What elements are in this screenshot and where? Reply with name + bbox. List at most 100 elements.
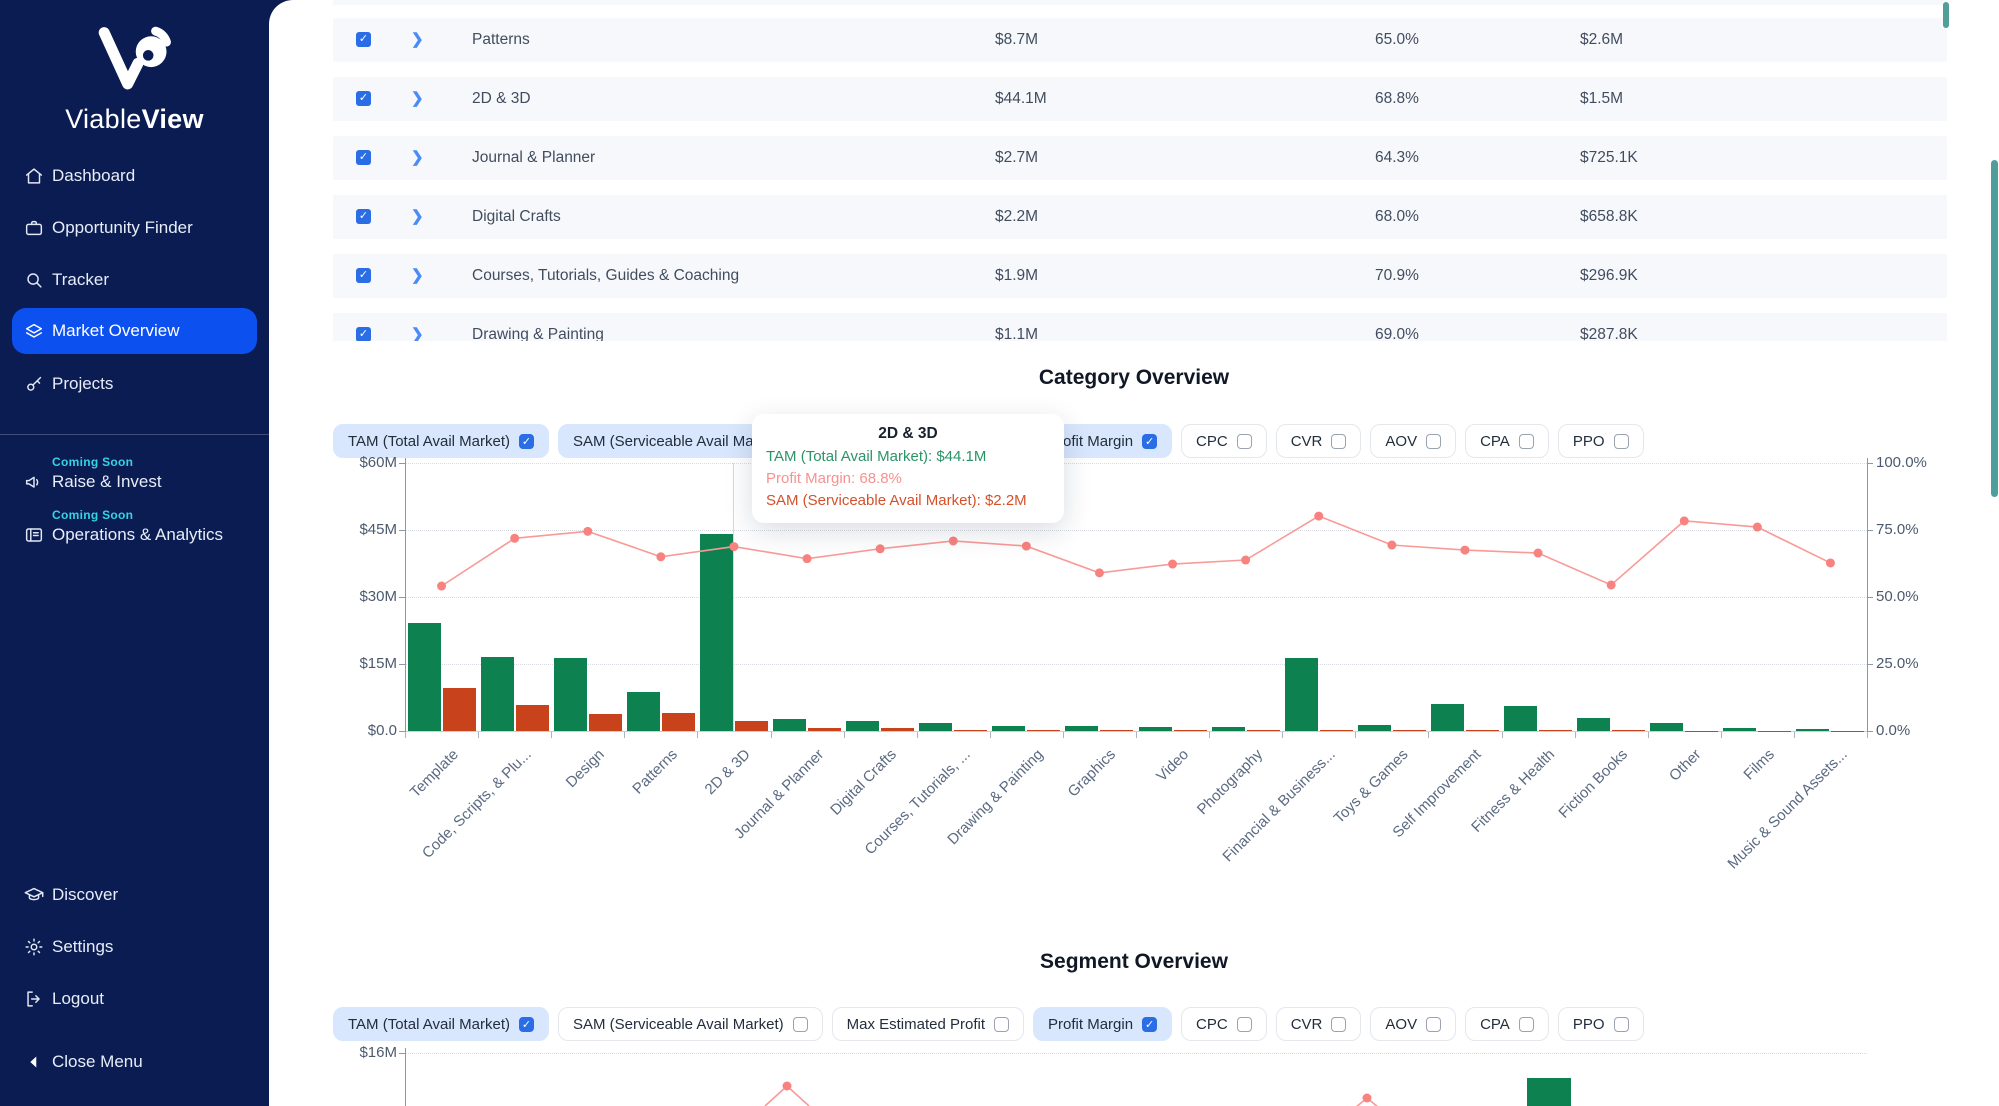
x-axis-label: 2D & 3D bbox=[702, 746, 754, 798]
sidebar-item-dashboard[interactable]: Dashboard bbox=[0, 153, 269, 199]
chevron-right-icon[interactable] bbox=[411, 207, 424, 225]
profit-margin-point[interactable] bbox=[1095, 568, 1104, 577]
filter-chip-profit-margin[interactable]: Profit Margin bbox=[1033, 1007, 1172, 1041]
profit-margin-point[interactable] bbox=[1314, 512, 1323, 521]
table-scrollbar-thumb[interactable] bbox=[1943, 2, 1949, 28]
chevron-right-icon[interactable] bbox=[411, 89, 424, 107]
profit-margin-point[interactable] bbox=[1022, 542, 1031, 551]
sidebar-item-raise-invest[interactable]: Raise & Invest bbox=[0, 466, 269, 498]
filter-chip-cpa[interactable]: CPA bbox=[1465, 424, 1549, 458]
profit-margin-point[interactable] bbox=[1534, 549, 1543, 558]
row-checkbox[interactable] bbox=[356, 327, 371, 341]
tam-bar[interactable] bbox=[1527, 1078, 1571, 1106]
filter-chip-max-estimated-profit[interactable]: Max Estimated Profit bbox=[832, 1007, 1024, 1041]
filter-chip-tam-total-avail-market-[interactable]: TAM (Total Avail Market) bbox=[333, 1007, 549, 1041]
filter-checkbox[interactable] bbox=[519, 434, 534, 449]
filter-checkbox[interactable] bbox=[1426, 434, 1441, 449]
sidebar-item-settings[interactable]: Settings bbox=[0, 924, 269, 970]
profit-margin-point[interactable] bbox=[803, 554, 812, 563]
profit-margin-point[interactable] bbox=[510, 534, 519, 543]
filter-checkbox[interactable] bbox=[1426, 1017, 1441, 1032]
sidebar-item-tracker[interactable]: Tracker bbox=[0, 257, 269, 303]
sidebar-item-label: Raise & Invest bbox=[52, 472, 162, 492]
profit-margin-point[interactable] bbox=[1826, 558, 1835, 567]
table-row[interactable]: 2D & 3D$44.1M68.8%$1.5M bbox=[333, 77, 1947, 121]
sidebar-item-market-overview[interactable]: Market Overview bbox=[12, 308, 257, 354]
filter-checkbox[interactable] bbox=[1614, 434, 1629, 449]
filter-checkbox[interactable] bbox=[793, 1017, 808, 1032]
filter-chip-label: SAM (Serviceable Avail Market) bbox=[573, 1016, 784, 1033]
filter-checkbox[interactable] bbox=[994, 1017, 1009, 1032]
filter-chip-cpa[interactable]: CPA bbox=[1465, 1007, 1549, 1041]
filter-checkbox[interactable] bbox=[1614, 1017, 1629, 1032]
row-profit-value: $725.1K bbox=[1580, 149, 1638, 167]
profit-margin-point[interactable] bbox=[876, 544, 885, 553]
filter-checkbox[interactable] bbox=[1519, 434, 1534, 449]
profit-margin-point[interactable] bbox=[437, 582, 446, 591]
profit-margin-point[interactable] bbox=[949, 536, 958, 545]
chevron-right-icon[interactable] bbox=[411, 148, 424, 166]
filter-checkbox[interactable] bbox=[1519, 1017, 1534, 1032]
sidebar-item-logout[interactable]: Logout bbox=[0, 976, 269, 1022]
sidebar-item-operations-analytics[interactable]: Operations & Analytics bbox=[0, 519, 269, 551]
y-axis-label-right: 75.0% bbox=[1876, 521, 1919, 538]
y-axis-label-right: 50.0% bbox=[1876, 588, 1919, 605]
filter-chip-cvr[interactable]: CVR bbox=[1276, 424, 1362, 458]
profit-margin-point[interactable] bbox=[1753, 523, 1762, 532]
filter-chip-ppo[interactable]: PPO bbox=[1558, 1007, 1644, 1041]
page-scrollbar-thumb[interactable] bbox=[1991, 160, 1998, 497]
profit-margin-point[interactable] bbox=[656, 552, 665, 561]
sidebar-item-label: Operations & Analytics bbox=[52, 525, 223, 545]
row-checkbox[interactable] bbox=[356, 150, 371, 165]
profit-margin-point[interactable] bbox=[1460, 546, 1469, 555]
filter-checkbox[interactable] bbox=[1331, 1017, 1346, 1032]
profit-margin-point[interactable] bbox=[1241, 556, 1250, 565]
table-row[interactable]: Drawing & Painting$1.1M69.0%$287.8K bbox=[333, 313, 1947, 341]
filter-chip-cvr[interactable]: CVR bbox=[1276, 1007, 1362, 1041]
filter-chip-sam-serviceable-avail-market-[interactable]: SAM (Serviceable Avail Market) bbox=[558, 1007, 823, 1041]
x-axis-label: Digital Crafts bbox=[827, 746, 900, 819]
table-row[interactable]: Digital Crafts$2.2M68.0%$658.8K bbox=[333, 195, 1947, 239]
table-row[interactable]: Journal & Planner$2.7M64.3%$725.1K bbox=[333, 136, 1947, 180]
tooltip-sam-value: SAM (Serviceable Avail Market): $2.2M bbox=[766, 490, 1050, 512]
filter-checkbox[interactable] bbox=[1237, 434, 1252, 449]
filter-chip-ppo[interactable]: PPO bbox=[1558, 424, 1644, 458]
filter-chip-cpc[interactable]: CPC bbox=[1181, 424, 1267, 458]
sidebar-item-close-menu[interactable]: Close Menu bbox=[0, 1039, 269, 1085]
profit-margin-point[interactable] bbox=[583, 527, 592, 536]
y-axis-label: $0.0 bbox=[327, 722, 397, 739]
row-checkbox[interactable] bbox=[356, 209, 371, 224]
sidebar-item-discover[interactable]: Discover bbox=[0, 872, 269, 918]
sidebar-item-projects[interactable]: Projects bbox=[0, 361, 269, 407]
row-profit-value: $658.8K bbox=[1580, 208, 1638, 226]
x-axis-tick bbox=[1063, 732, 1064, 738]
filter-checkbox[interactable] bbox=[1142, 1017, 1157, 1032]
filter-chip-tam-total-avail-market-[interactable]: TAM (Total Avail Market) bbox=[333, 424, 549, 458]
chevron-right-icon[interactable] bbox=[411, 325, 424, 341]
profit-margin-point[interactable] bbox=[1387, 541, 1396, 550]
row-checkbox[interactable] bbox=[356, 91, 371, 106]
filter-chip-aov[interactable]: AOV bbox=[1370, 1007, 1456, 1041]
filter-checkbox[interactable] bbox=[519, 1017, 534, 1032]
sidebar-item-opportunity-finder[interactable]: Opportunity Finder bbox=[0, 205, 269, 251]
filter-checkbox[interactable] bbox=[1331, 434, 1346, 449]
table-row[interactable]: Courses, Tutorials, Guides & Coaching$1.… bbox=[333, 254, 1947, 298]
x-axis-tick bbox=[1209, 732, 1210, 738]
chevron-right-icon[interactable] bbox=[411, 30, 424, 48]
y-axis-label: $45M bbox=[327, 521, 397, 538]
sidebar-item-label: Logout bbox=[52, 989, 104, 1009]
filter-chip-cpc[interactable]: CPC bbox=[1181, 1007, 1267, 1041]
row-checkbox[interactable] bbox=[356, 268, 371, 283]
table-row[interactable]: Patterns$8.7M65.0%$2.6M bbox=[333, 18, 1947, 62]
profit-margin-point[interactable] bbox=[729, 542, 738, 551]
filter-checkbox[interactable] bbox=[1237, 1017, 1252, 1032]
profit-margin-point[interactable] bbox=[1680, 516, 1689, 525]
filter-chip-aov[interactable]: AOV bbox=[1370, 424, 1456, 458]
filter-checkbox[interactable] bbox=[1142, 434, 1157, 449]
sidebar-item-label: Projects bbox=[52, 374, 113, 394]
row-checkbox[interactable] bbox=[356, 32, 371, 47]
chevron-right-icon[interactable] bbox=[411, 266, 424, 284]
x-axis-tick bbox=[1867, 732, 1868, 738]
profit-margin-point[interactable] bbox=[1168, 560, 1177, 569]
profit-margin-point[interactable] bbox=[1607, 580, 1616, 589]
